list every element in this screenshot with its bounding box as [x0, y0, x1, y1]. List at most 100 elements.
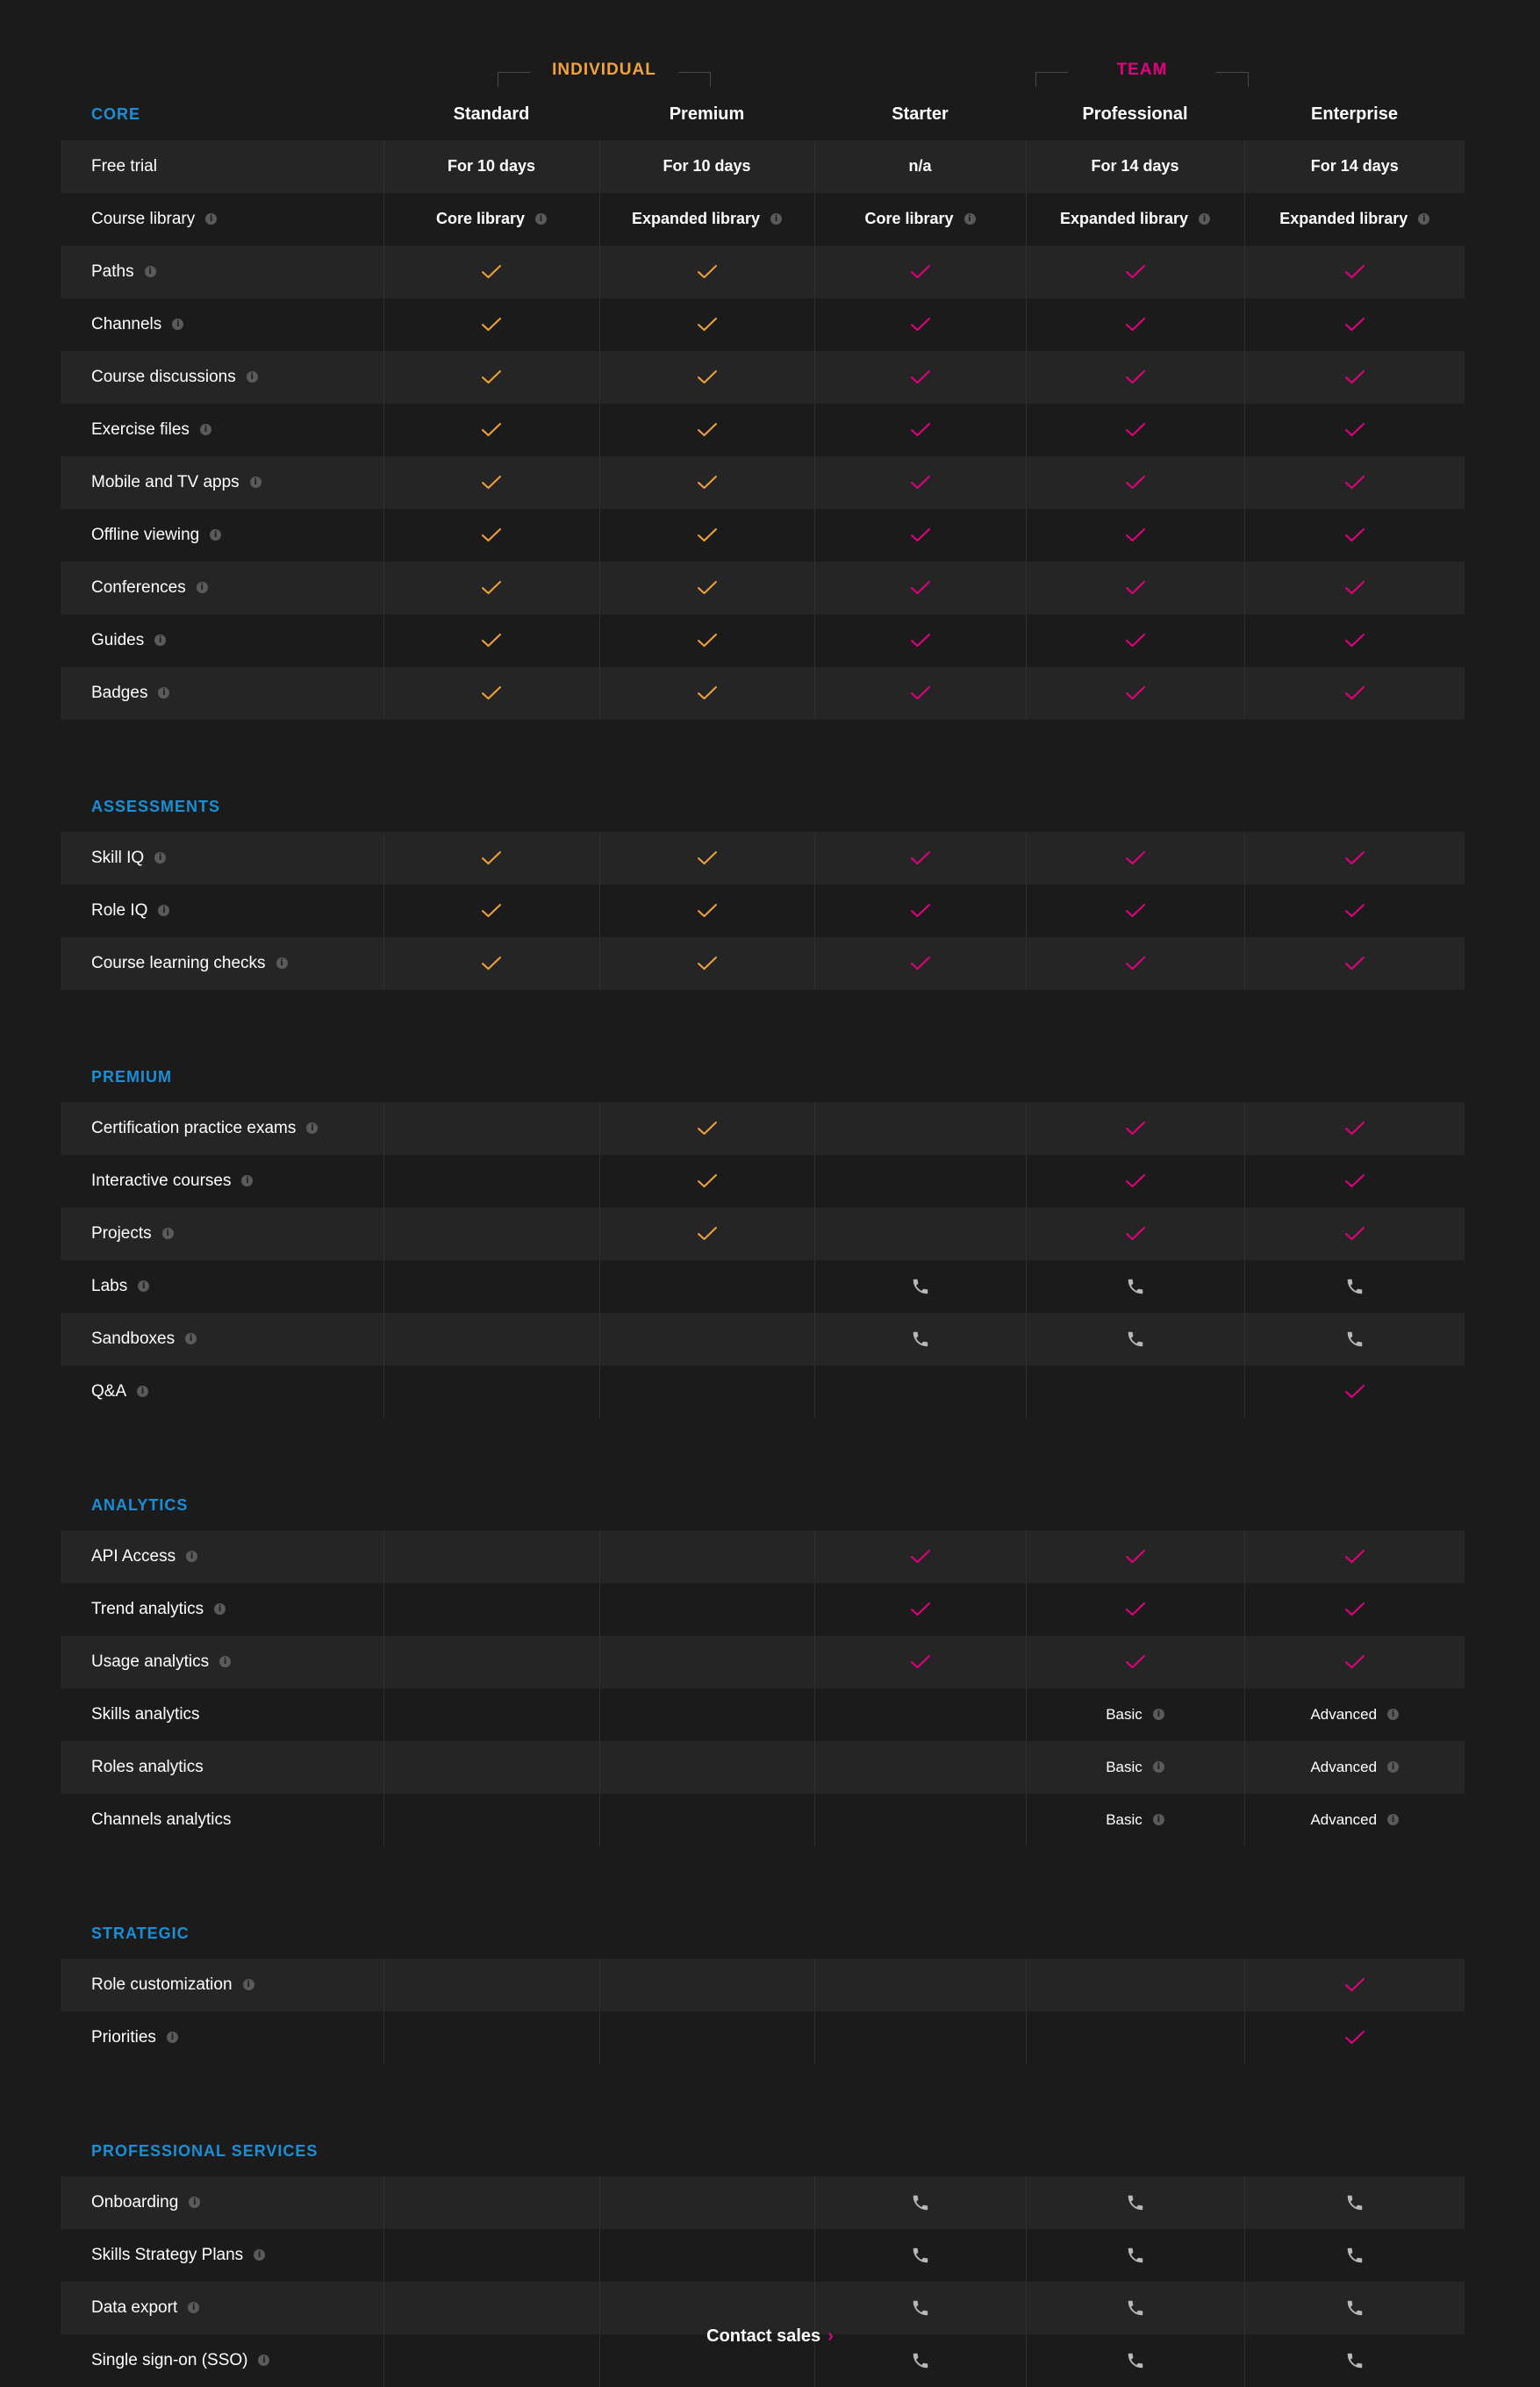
plan-cell-professional: For 14 days [1025, 140, 1244, 193]
plan-cell-enterprise: Advanced i [1243, 1741, 1465, 1794]
feature-label-cell: Skills Strategy Plans i [61, 2229, 383, 2282]
info-icon[interactable]: i [158, 905, 170, 917]
info-icon[interactable]: i [214, 1603, 226, 1616]
section-header-premium: PREMIUM [61, 990, 1465, 1102]
plan-cell-professional [1025, 1959, 1244, 2011]
check-icon [696, 849, 719, 867]
feature-label-cell: Channels i [61, 298, 383, 351]
info-icon[interactable]: i [166, 2032, 178, 2044]
info-icon[interactable]: i [258, 2355, 270, 2367]
check-icon [696, 474, 719, 491]
info-icon[interactable]: i [246, 371, 258, 383]
check-icon [696, 316, 719, 333]
plan-cell-professional [1025, 1155, 1244, 1208]
contact-sales-link[interactable]: Contact sales › [0, 2326, 1540, 2347]
info-icon[interactable]: i [963, 213, 976, 226]
info-icon[interactable]: i [186, 1551, 198, 1563]
feature-label: Badges [91, 684, 148, 702]
plan-cell-standard [383, 1102, 599, 1155]
plan-cell-premium [598, 1313, 814, 1366]
check-icon [480, 955, 503, 972]
info-icon[interactable]: i [205, 213, 218, 226]
plan-value: For 14 days [1091, 157, 1179, 175]
info-icon[interactable]: i [158, 687, 170, 699]
check-icon [909, 685, 932, 702]
info-icon[interactable]: i [1387, 1761, 1400, 1774]
plan-cell-professional [1025, 351, 1244, 404]
plan-cell-enterprise [1243, 832, 1465, 885]
info-icon[interactable]: i [144, 266, 156, 278]
plan-cell-starter [813, 885, 1026, 937]
feature-label-cell: Trend analytics i [61, 1583, 383, 1636]
info-icon[interactable]: i [242, 1979, 254, 1991]
phone-icon [1126, 1277, 1145, 1296]
plan-cell-premium [598, 404, 814, 456]
feature-label-cell: Course library i [61, 193, 383, 246]
phone-icon [911, 2193, 930, 2212]
info-icon[interactable]: i [1199, 213, 1211, 226]
section-title: ANALYTICS [91, 1496, 189, 1514]
info-icon[interactable]: i [306, 1122, 319, 1135]
plan-cell-premium [598, 1155, 814, 1208]
info-icon[interactable]: i [219, 1656, 232, 1668]
check-icon [1124, 579, 1147, 597]
feature-label: Projects [91, 1224, 152, 1243]
feature-label: Skills analytics [91, 1705, 200, 1724]
info-icon[interactable]: i [276, 957, 288, 970]
check-icon [1343, 369, 1366, 386]
info-icon[interactable]: i [210, 529, 222, 541]
info-icon[interactable]: i [161, 1228, 174, 1240]
info-icon[interactable]: i [1152, 1709, 1164, 1721]
check-icon [480, 685, 503, 702]
info-icon[interactable]: i [154, 852, 167, 864]
info-icon[interactable]: i [254, 2249, 266, 2262]
check-icon [1124, 849, 1147, 867]
phone-icon [1126, 2351, 1145, 2370]
check-icon [1343, 2029, 1366, 2047]
info-icon[interactable]: i [188, 2302, 200, 2314]
plan-value: Basic [1106, 1759, 1142, 1775]
plan-cell-premium [598, 1366, 814, 1418]
info-icon[interactable]: i [241, 1175, 254, 1187]
info-icon[interactable]: i [196, 582, 208, 594]
plan-cell-enterprise [1243, 1102, 1465, 1155]
check-icon [1343, 1172, 1366, 1190]
check-icon [909, 955, 932, 972]
plan-cell-standard [383, 1688, 599, 1741]
check-icon [909, 579, 932, 597]
info-icon[interactable]: i [535, 213, 548, 226]
feature-label-cell: Conferences i [61, 562, 383, 614]
feature-label-cell: Badges i [61, 667, 383, 720]
plan-cell-premium [598, 456, 814, 509]
info-icon[interactable]: i [189, 2197, 201, 2209]
info-icon[interactable]: i [1387, 1814, 1400, 1826]
feature-label-cell: Role IQ i [61, 885, 383, 937]
feature-row-onboarding: Onboarding i [61, 2176, 1465, 2229]
plan-value: Basic [1106, 1811, 1142, 1828]
info-icon[interactable]: i [154, 634, 167, 647]
info-icon[interactable]: i [249, 477, 261, 489]
plan-cell-premium [598, 614, 814, 667]
info-icon[interactable]: i [1152, 1761, 1164, 1774]
plan-cell-premium: Expanded library i [598, 193, 814, 246]
check-icon [1124, 1172, 1147, 1190]
section-title: ASSESSMENTS [91, 798, 221, 815]
info-icon[interactable]: i [172, 319, 184, 331]
info-icon[interactable]: i [1387, 1709, 1400, 1721]
check-icon [909, 902, 932, 920]
feature-row-q-a: Q&A i [61, 1366, 1465, 1418]
info-icon[interactable]: i [185, 1333, 197, 1345]
info-icon[interactable]: i [1418, 213, 1430, 226]
info-icon[interactable]: i [137, 1386, 149, 1398]
plan-cell-enterprise [1243, 667, 1465, 720]
plan-name-standard: Standard [453, 104, 530, 124]
info-icon[interactable]: i [770, 213, 783, 226]
plan-cell-standard [383, 1260, 599, 1313]
info-icon[interactable]: i [199, 424, 211, 436]
feature-row-course-learning-checks: Course learning checks i [61, 937, 1465, 990]
feature-label-cell: Exercise files i [61, 404, 383, 456]
feature-label: Interactive courses [91, 1172, 232, 1190]
info-icon[interactable]: i [138, 1280, 150, 1293]
info-icon[interactable]: i [1152, 1814, 1164, 1826]
plan-cell-professional [1025, 562, 1244, 614]
